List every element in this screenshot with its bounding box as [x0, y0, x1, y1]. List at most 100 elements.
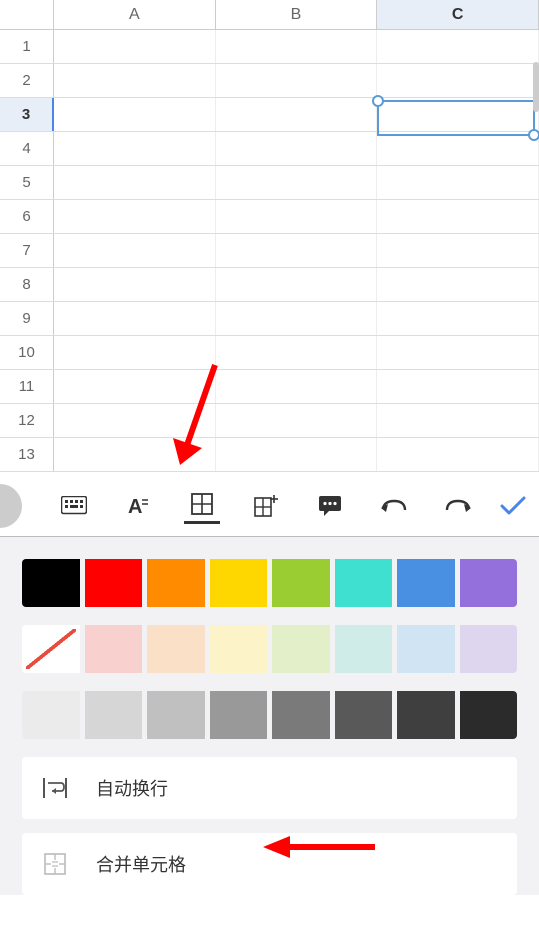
keyboard-button[interactable]: [56, 488, 92, 524]
merge-cells-icon: [42, 851, 68, 877]
cell[interactable]: [54, 268, 216, 301]
color-swatch[interactable]: [147, 559, 205, 607]
cell[interactable]: [216, 268, 378, 301]
row-header[interactable]: 2: [0, 64, 54, 97]
cell[interactable]: [216, 404, 378, 437]
color-swatch[interactable]: [460, 559, 518, 607]
color-swatch[interactable]: [85, 559, 143, 607]
confirm-button[interactable]: [495, 488, 531, 524]
grid-row: 7: [0, 234, 539, 268]
color-swatch[interactable]: [335, 691, 393, 739]
cell[interactable]: [54, 370, 216, 403]
cell[interactable]: [216, 234, 378, 267]
cell[interactable]: [216, 166, 378, 199]
cell[interactable]: [54, 302, 216, 335]
cell[interactable]: [216, 302, 378, 335]
color-swatch[interactable]: [85, 625, 143, 673]
color-swatch[interactable]: [22, 691, 80, 739]
cell[interactable]: [54, 30, 216, 63]
cell[interactable]: [216, 64, 378, 97]
row-header[interactable]: 11: [0, 370, 54, 403]
undo-button[interactable]: [376, 488, 412, 524]
cell[interactable]: [377, 336, 539, 369]
camera-crop-icon[interactable]: [0, 484, 22, 528]
text-format-button[interactable]: A: [120, 488, 156, 524]
cell[interactable]: [377, 268, 539, 301]
color-swatch[interactable]: [397, 559, 455, 607]
spreadsheet-grid[interactable]: A B C 12345678910111213: [0, 0, 539, 472]
cell[interactable]: [377, 234, 539, 267]
cell[interactable]: [216, 200, 378, 233]
cell[interactable]: [216, 370, 378, 403]
row-header[interactable]: 9: [0, 302, 54, 335]
row-header[interactable]: 5: [0, 166, 54, 199]
col-header-b[interactable]: B: [216, 0, 378, 29]
cell[interactable]: [54, 64, 216, 97]
cell[interactable]: [54, 336, 216, 369]
merge-cells-option[interactable]: 合并单元格: [22, 833, 517, 895]
insert-button[interactable]: [248, 488, 284, 524]
color-swatch[interactable]: [272, 625, 330, 673]
color-swatch[interactable]: [335, 625, 393, 673]
cell[interactable]: [377, 404, 539, 437]
color-swatch[interactable]: [22, 559, 80, 607]
row-header[interactable]: 8: [0, 268, 54, 301]
color-swatch[interactable]: [397, 691, 455, 739]
color-swatch[interactable]: [22, 625, 80, 673]
row-header[interactable]: 7: [0, 234, 54, 267]
row-header[interactable]: 4: [0, 132, 54, 165]
color-swatch[interactable]: [460, 625, 518, 673]
comment-button[interactable]: [312, 488, 348, 524]
row-header[interactable]: 10: [0, 336, 54, 369]
col-header-a[interactable]: A: [54, 0, 216, 29]
row-header[interactable]: 13: [0, 438, 54, 471]
color-swatch[interactable]: [272, 691, 330, 739]
wrap-text-option[interactable]: 自动换行: [22, 757, 517, 819]
cell[interactable]: [377, 30, 539, 63]
cell[interactable]: [54, 200, 216, 233]
cell[interactable]: [377, 132, 539, 165]
svg-text:A: A: [128, 496, 142, 517]
grid-row: 11: [0, 370, 539, 404]
color-swatch[interactable]: [272, 559, 330, 607]
cell[interactable]: [377, 370, 539, 403]
row-header[interactable]: 1: [0, 30, 54, 63]
cell[interactable]: [54, 132, 216, 165]
cell[interactable]: [377, 200, 539, 233]
color-swatch[interactable]: [147, 691, 205, 739]
cell[interactable]: [377, 302, 539, 335]
color-swatch[interactable]: [210, 625, 268, 673]
row-header[interactable]: 12: [0, 404, 54, 437]
cell[interactable]: [216, 336, 378, 369]
cell[interactable]: [377, 98, 539, 131]
row-header[interactable]: 6: [0, 200, 54, 233]
cell[interactable]: [54, 166, 216, 199]
color-swatch[interactable]: [210, 559, 268, 607]
color-swatch[interactable]: [335, 559, 393, 607]
col-header-c[interactable]: C: [377, 0, 539, 29]
cell[interactable]: [54, 234, 216, 267]
cell[interactable]: [54, 438, 216, 471]
color-swatch[interactable]: [85, 691, 143, 739]
color-swatch[interactable]: [210, 691, 268, 739]
color-swatch[interactable]: [460, 691, 518, 739]
color-swatch[interactable]: [397, 625, 455, 673]
cell[interactable]: [377, 64, 539, 97]
cell[interactable]: [54, 98, 216, 131]
grid-row: 5: [0, 166, 539, 200]
redo-button[interactable]: [440, 488, 476, 524]
cell[interactable]: [216, 132, 378, 165]
scrollbar[interactable]: [533, 62, 539, 112]
cell[interactable]: [216, 438, 378, 471]
corner-cell[interactable]: [0, 0, 54, 29]
cell[interactable]: [377, 166, 539, 199]
color-swatch[interactable]: [147, 625, 205, 673]
color-row-gray: [22, 691, 517, 739]
cell[interactable]: [377, 438, 539, 471]
cell[interactable]: [216, 98, 378, 131]
wrap-text-icon: [42, 775, 68, 801]
cell-format-button[interactable]: [184, 488, 220, 524]
row-header[interactable]: 3: [0, 98, 54, 131]
cell[interactable]: [54, 404, 216, 437]
cell[interactable]: [216, 30, 378, 63]
